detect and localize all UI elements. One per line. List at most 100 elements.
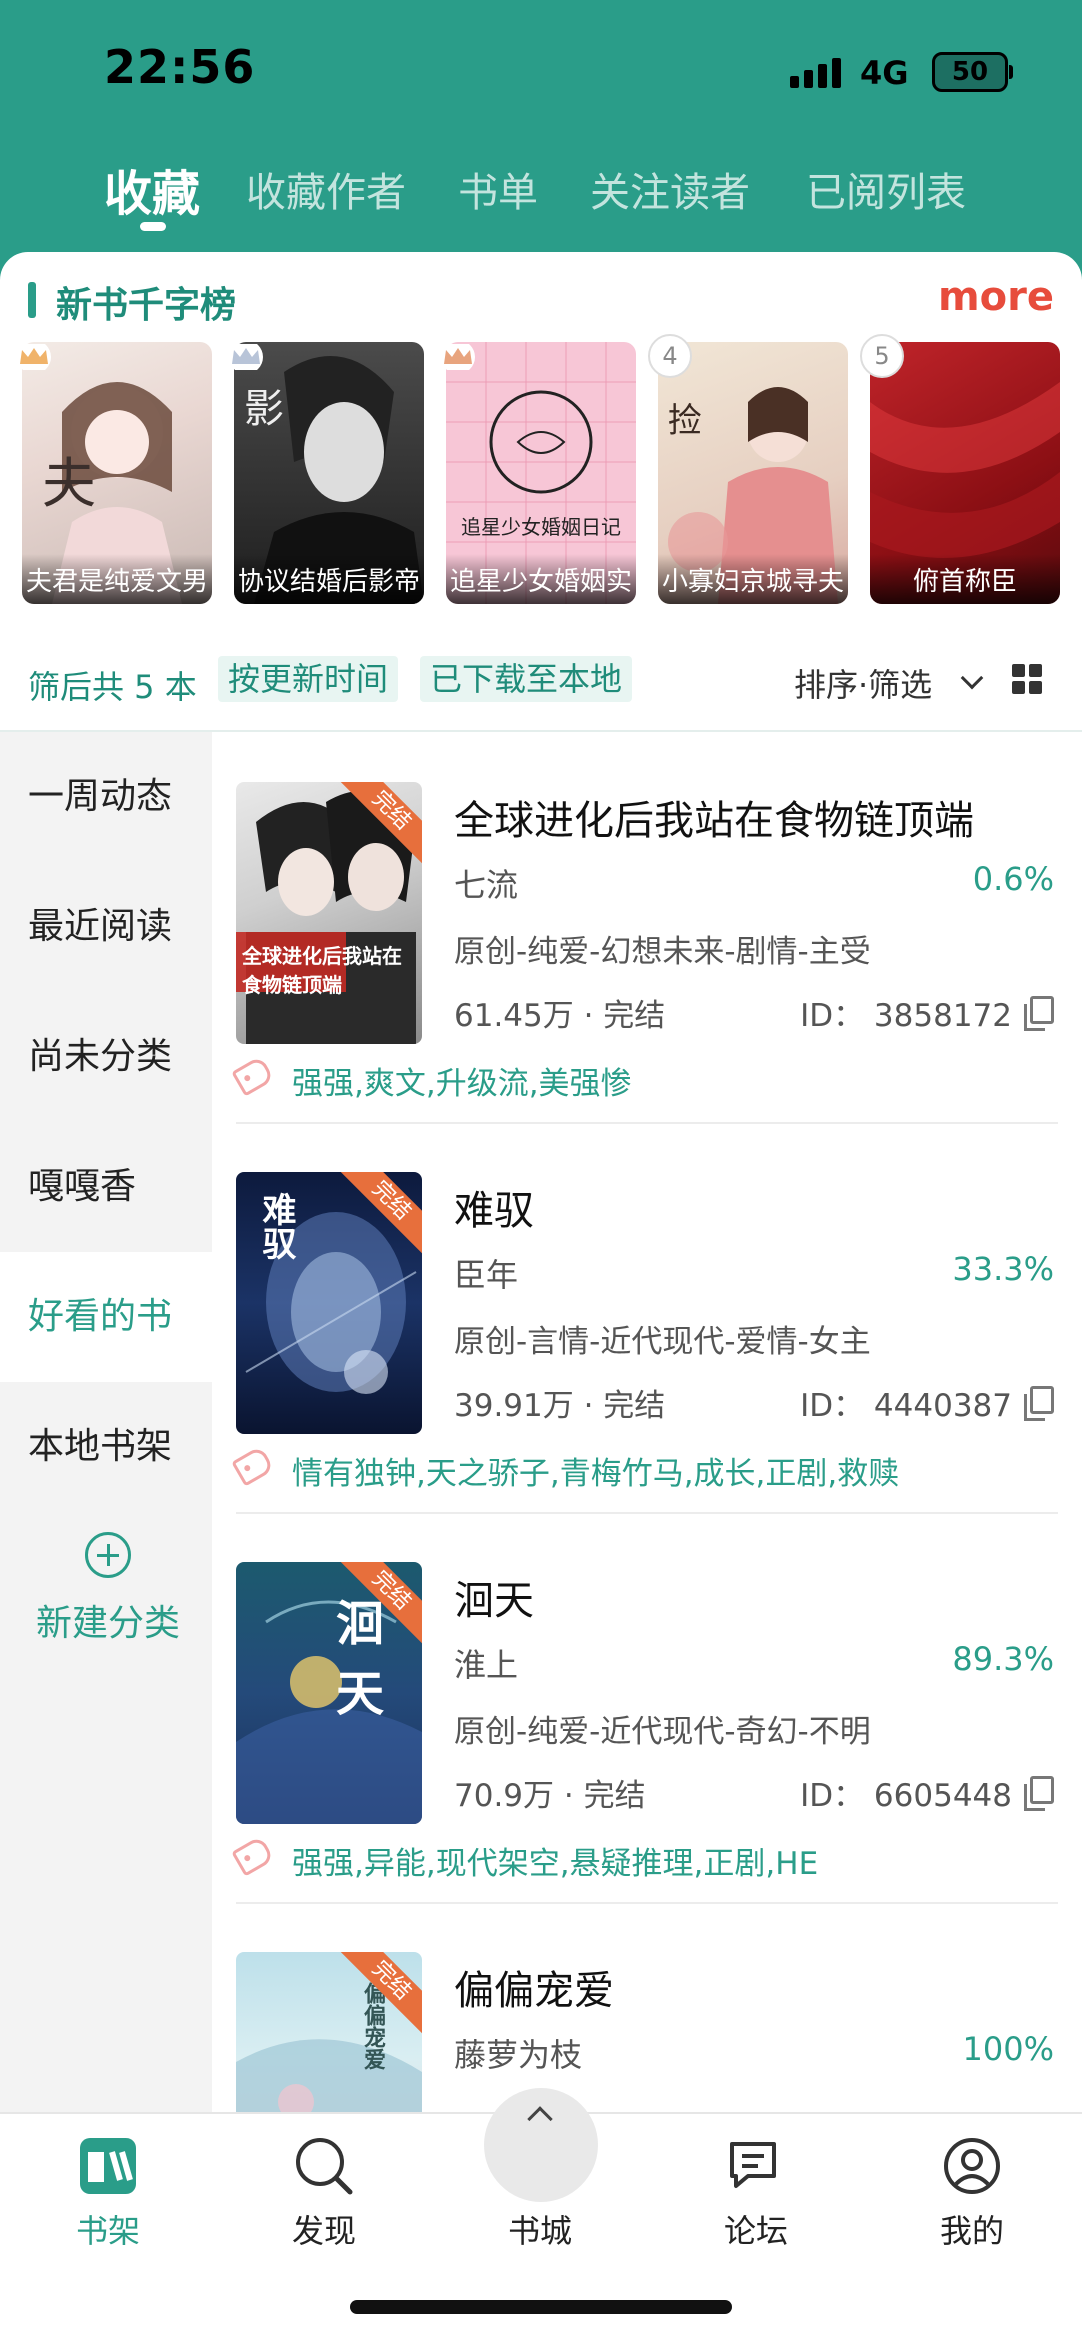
home-indicator[interactable] [350,2300,732,2314]
sidebar-item-uncategorized[interactable]: 尚未分类 [0,992,212,1122]
list-item[interactable]: 偏偏宠爱 完结 偏偏宠爱 藤萝为枝 100% [212,1902,1082,2112]
ranking-book[interactable]: 捡 小寡妇京城寻夫 [658,342,848,604]
list-item[interactable]: 全球进化后我站在食物链顶端 完结 全球进化后我站在食物链顶端 七流 0.6% 原… [212,732,1082,1124]
book-author: 臣年 [454,1256,519,1294]
ranking-book-title: 小寡妇京城寻夫 [658,554,848,604]
grid-view-icon[interactable] [1012,664,1042,694]
reading-progress: 0.6% [972,860,1054,898]
new-category-label: 新建分类 [35,1603,180,1644]
rank-badge-gold [12,334,56,378]
book-genre: 原创-纯爱-近代现代-奇幻-不明 [454,1714,871,1750]
chip-downloaded[interactable]: 已下载至本地 [420,656,633,702]
book-author: 七流 [454,866,519,904]
copy-icon[interactable] [1024,996,1054,1031]
tab-read-list[interactable]: 已阅列表 [806,160,966,218]
tab-indicator [140,222,166,231]
category-sidebar: 一周动态 最近阅读 尚未分类 嘎嘎香 好看的书 本地书架 新建分类 [0,732,212,2112]
book-author: 淮上 [454,1646,519,1684]
nav-label: 我的 [939,2212,1004,2250]
chevron-down-icon[interactable] [960,666,984,690]
sort-filter-button[interactable]: 排序·筛选 [794,660,932,706]
copy-icon[interactable] [1024,1386,1054,1421]
new-category-button[interactable]: 新建分类 [28,1532,188,1646]
status-time: 22:56 [104,40,256,94]
sidebar-item-local-shelf[interactable]: 本地书架 [0,1382,212,1512]
book-title: 难驭 [454,1188,534,1234]
filter-count: 筛后共 5 本 [28,668,197,706]
book-meta: 39.91万 · 完结 [454,1388,666,1424]
book-cover: 洄天 完结 [236,1562,422,1824]
book-tags: 情有独钟,天之骄子,青梅竹马,成长,正剧,救赎 [292,1456,900,1492]
book-meta: 70.9万 · 完结 [454,1778,646,1814]
rank-badge: 4 [648,334,692,378]
tab-followed-readers[interactable]: 关注读者 [590,160,750,218]
book-title: 全球进化后我站在食物链顶端 [454,798,974,844]
book-id: ID： 4440387 [800,1388,1012,1424]
cover-title: 难驭 [256,1192,296,1260]
search-icon [292,2134,356,2198]
user-icon [940,2134,1004,2198]
ranking-book[interactable]: 追星少女婚姻日记 追星少女婚姻实 [446,342,636,604]
ranking-accent-bar [28,282,36,318]
tag-icon [231,1835,275,1877]
battery-icon: 50 [932,52,1013,92]
tab-favorites[interactable]: 收藏 [104,154,200,224]
nav-profile[interactable]: 我的 [882,2114,1062,2252]
book-id: ID： 6605448 [800,1778,1012,1814]
rank-badge: 5 [860,334,904,378]
ranking-book-title: 追星少女婚姻实 [446,554,636,604]
ranking-book-title: 夫君是纯爱文男 [22,554,212,604]
sidebar-item-weekly[interactable]: 一周动态 [0,732,212,862]
nav-forum[interactable]: 论坛 [666,2114,846,2252]
sidebar-item-recent[interactable]: 最近阅读 [0,862,212,992]
copy-icon[interactable] [1024,1776,1054,1811]
rank-badge-bronze [436,334,480,378]
ranking-book-title: 俯首称臣 [870,554,1060,604]
nav-label: 书架 [75,2212,140,2250]
book-title: 洄天 [454,1578,534,1624]
chat-icon [724,2134,788,2198]
book-cover: 全球进化后我站在食物链顶端 完结 [236,782,422,1044]
cover-title: 全球进化后我站在食物链顶端 [242,944,402,997]
nav-discover[interactable]: 发现 [234,2114,414,2252]
book-genre: 原创-纯爱-幻想未来-剧情-主受 [454,934,871,970]
book-genre: 原创-言情-近代现代-爱情-女主 [454,1324,871,1360]
signal-icon [790,56,841,88]
sidebar-item-gagaxiang[interactable]: 嘎嘎香 [0,1122,212,1252]
book-list: 全球进化后我站在食物链顶端 完结 全球进化后我站在食物链顶端 七流 0.6% 原… [212,732,1082,2112]
tab-favorite-authors[interactable]: 收藏作者 [246,160,406,218]
sidebar-item-good-books[interactable]: 好看的书 [0,1252,212,1382]
list-item[interactable]: 洄天 完结 洄天 淮上 89.3% 原创-纯爱-近代现代-奇幻-不明 70.9万… [212,1512,1082,1904]
bookshelf-icon [76,2134,140,2198]
chip-sort-update-time[interactable]: 按更新时间 [218,656,399,702]
more-link[interactable]: more [938,274,1054,320]
nav-label: 发现 [291,2212,356,2250]
ranking-book[interactable]: 影 协议结婚后影帝 [234,342,424,604]
ranking-header: 新书千字榜 more [0,270,1082,330]
nav-label: 书城 [507,2212,572,2250]
book-meta: 61.45万 · 完结 [454,998,666,1034]
svg-text:影: 影 [244,386,284,432]
plus-circle-icon [85,1532,131,1578]
ranking-title: 新书千字榜 [56,285,237,326]
top-tabs: 收藏 收藏作者 书单 关注读者 已阅列表 [0,150,1082,240]
tag-icon [231,1445,275,1487]
svg-text:追星少女婚姻日记: 追星少女婚姻日记 [461,515,621,539]
book-id: ID： 3858172 [800,998,1012,1034]
rank-badge-silver [224,334,268,378]
ranking-book[interactable]: 俯首称臣 [870,342,1060,604]
tag-icon [231,1055,275,1097]
reading-progress: 89.3% [952,1640,1054,1678]
ranking-book[interactable]: 夫 夫君是纯爱文男 [22,342,212,604]
bookstore-bump[interactable] [484,2088,598,2202]
nav-bookshelf[interactable]: 书架 [18,2114,198,2252]
svg-text:夫: 夫 [42,452,96,515]
main-card: 新书千字榜 more 夫 夫君是纯爱文男 影 协议结婚后影帝 追星少女婚姻日记 … [0,252,1082,2112]
book-cover: 难驭 完结 [236,1172,422,1434]
tab-booklists[interactable]: 书单 [458,160,538,218]
book-cover: 偏偏宠爱 完结 [236,1952,422,2112]
book-title: 偏偏宠爱 [454,1968,614,2014]
battery-level: 50 [951,57,989,87]
network-label: 4G [860,54,909,92]
list-item[interactable]: 难驭 完结 难驭 臣年 33.3% 原创-言情-近代现代-爱情-女主 39.91… [212,1122,1082,1514]
